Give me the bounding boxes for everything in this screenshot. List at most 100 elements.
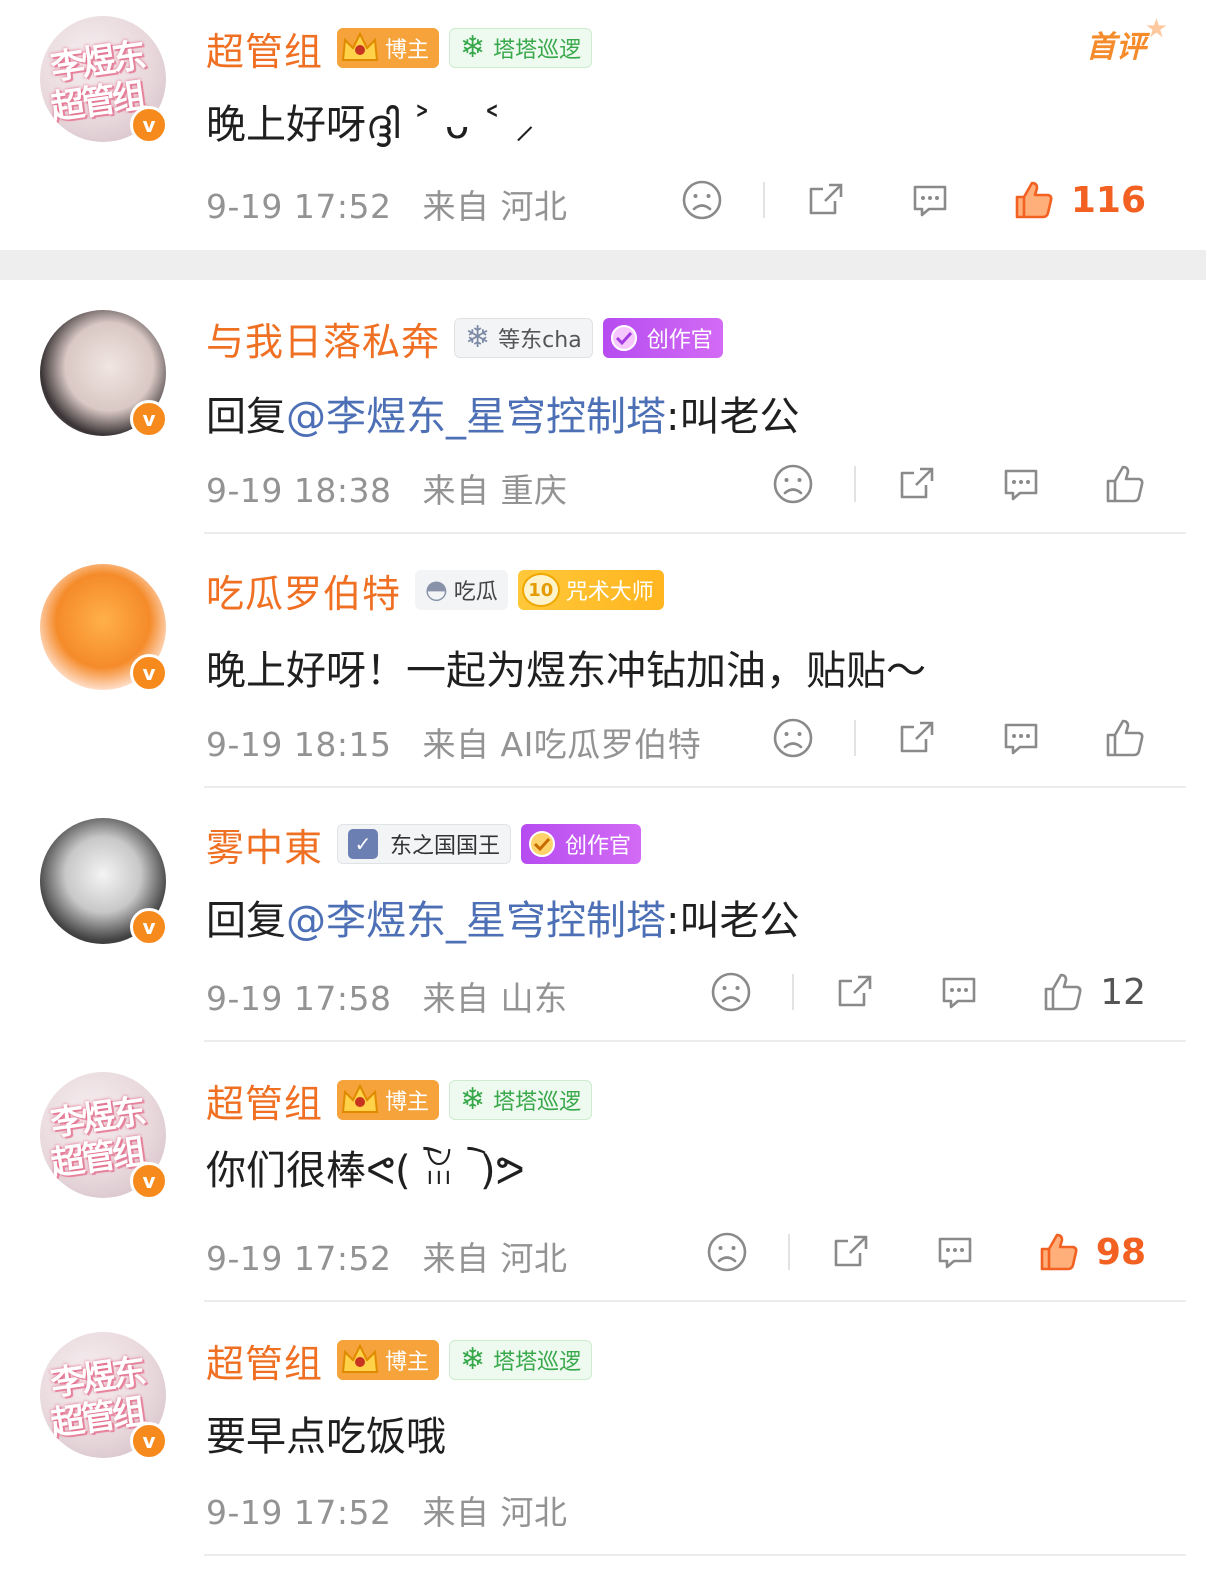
comment-icon [913,185,947,217]
creator-icon [610,325,637,351]
level-icon: 10 [521,573,560,607]
avatar[interactable]: 李煜东 超管组 v [40,1332,168,1460]
like-button[interactable] [1104,714,1146,762]
share-icon [900,467,934,499]
like-button[interactable]: 98 [1038,1228,1146,1276]
timestamp: 9-19 18:38 [206,471,392,510]
like-icon [1106,465,1144,503]
row-divider [204,1554,1186,1556]
patrol-badge: ❄ 塔塔巡逻 [449,1080,593,1120]
username[interactable]: 超管组 [206,1333,323,1388]
like-count: 98 [1095,1231,1146,1273]
dislike-button[interactable] [772,460,814,508]
from-label: 来自 [422,471,490,510]
mention-link[interactable]: @李煜东_星穹控制塔 [286,394,666,440]
comment-icon [1004,723,1038,755]
username[interactable]: 超管组 [206,21,323,76]
share-icon [834,1235,868,1267]
comment-meta: 9-19 18:15 来自 AI吃瓜罗伯特 [206,718,701,766]
creator-icon [529,831,556,857]
fan-badge: ❄ 等东cha [454,318,593,358]
checkmark-icon: ✓ [348,829,379,859]
master-badge: 10 咒术大师 [517,570,664,610]
share-button[interactable] [830,1228,872,1276]
avatar[interactable]: v [40,564,168,692]
snowflake-icon: ❄ [460,30,486,65]
comment-button[interactable] [1000,460,1042,508]
action-bar: 98 [706,1228,1146,1276]
divider [787,1234,790,1270]
share-button[interactable] [896,460,938,508]
share-button[interactable] [834,968,876,1016]
like-button[interactable] [1104,460,1146,508]
like-count: 116 [1070,179,1146,221]
avatar[interactable]: v [40,818,168,946]
comment-icon [938,1237,972,1269]
verified-badge-icon: v [130,654,168,692]
from-label: 来自 [422,187,490,226]
comment-text: 回复@李煜东_星穹控制塔:叫老公 [206,394,800,440]
avatar[interactable]: v [40,310,168,438]
crown-icon [341,1343,379,1373]
comment-text: 回复@李煜东_星穹控制塔:叫老公 [206,898,800,944]
star-icon: ★ [1144,14,1168,44]
comment-text: 晚上好呀！一起为煜东冲钻加油，贴贴～ [206,648,926,694]
dislike-button[interactable] [710,968,752,1016]
verified-badge-icon: v [130,1422,168,1460]
like-button[interactable]: 116 [1013,176,1146,224]
timestamp: 9-19 17:52 [206,1493,392,1532]
creator-badge: 创作官 [602,318,723,358]
patrol-badge: ❄ 塔塔巡逻 [449,28,593,68]
dislike-icon [711,972,751,1012]
share-button[interactable] [805,176,847,224]
like-count: 12 [1100,971,1146,1013]
snowflake-icon: ❄ [460,1342,486,1377]
location: 河北 [500,187,568,226]
timestamp: 9-19 17:58 [206,979,392,1018]
share-icon [838,975,872,1007]
comment-meta: 9-19 17:52 来自 河北 [206,180,568,228]
action-bar: 12 [710,968,1146,1016]
snowflake-icon: ❄ [460,1082,486,1117]
from-label: 来自 [422,1493,490,1532]
like-icon [1015,181,1053,219]
blogger-badge: 博主 [337,1080,440,1120]
first-review-badge: 首评 ★ [1086,14,1168,65]
comment-meta: 9-19 17:52 来自 河北 [206,1486,568,1534]
row-divider [204,1300,1186,1302]
username[interactable]: 吃瓜罗伯特 [206,563,401,618]
divider [762,182,765,218]
like-button[interactable]: 12 [1042,968,1146,1016]
username[interactable]: 与我日落私奔 [206,311,440,366]
from-label: 来自 [422,1239,490,1278]
comment-button[interactable] [1000,714,1042,762]
comment-text: 你们很棒ᕙ( ︡ꈍ ︡ )ᕗ [206,1148,525,1194]
location: 河北 [500,1239,568,1278]
dislike-button[interactable] [772,714,814,762]
dislike-icon [707,1232,747,1272]
action-bar [772,714,1146,762]
avatar[interactable]: 李煜东 超管组 v [40,16,168,144]
from-label: 来自 [422,979,490,1018]
comment-button[interactable] [938,968,980,1016]
dislike-button[interactable] [681,176,723,224]
avatar[interactable]: 李煜东 超管组 v [40,1072,168,1200]
comment-button[interactable] [909,176,951,224]
dislike-icon [682,180,722,220]
verify-badge: ✓ 东之国国王 [337,824,512,864]
mention-link[interactable]: @李煜东_星穹控制塔 [286,898,666,944]
comment-button[interactable] [934,1228,976,1276]
divider [854,720,856,756]
username[interactable]: 雾中東 [206,817,323,872]
share-button[interactable] [896,714,938,762]
row-divider [204,532,1186,534]
blogger-badge: 博主 [337,28,440,68]
username[interactable]: 超管组 [206,1073,323,1128]
melon-icon: ◓ [425,575,448,605]
verified-badge-icon: v [130,400,168,438]
dislike-button[interactable] [706,1228,748,1276]
share-icon [809,183,843,215]
blogger-badge: 博主 [337,1340,440,1380]
comment-meta: 9-19 17:52 来自 河北 [206,1232,568,1280]
action-bar [772,460,1146,508]
